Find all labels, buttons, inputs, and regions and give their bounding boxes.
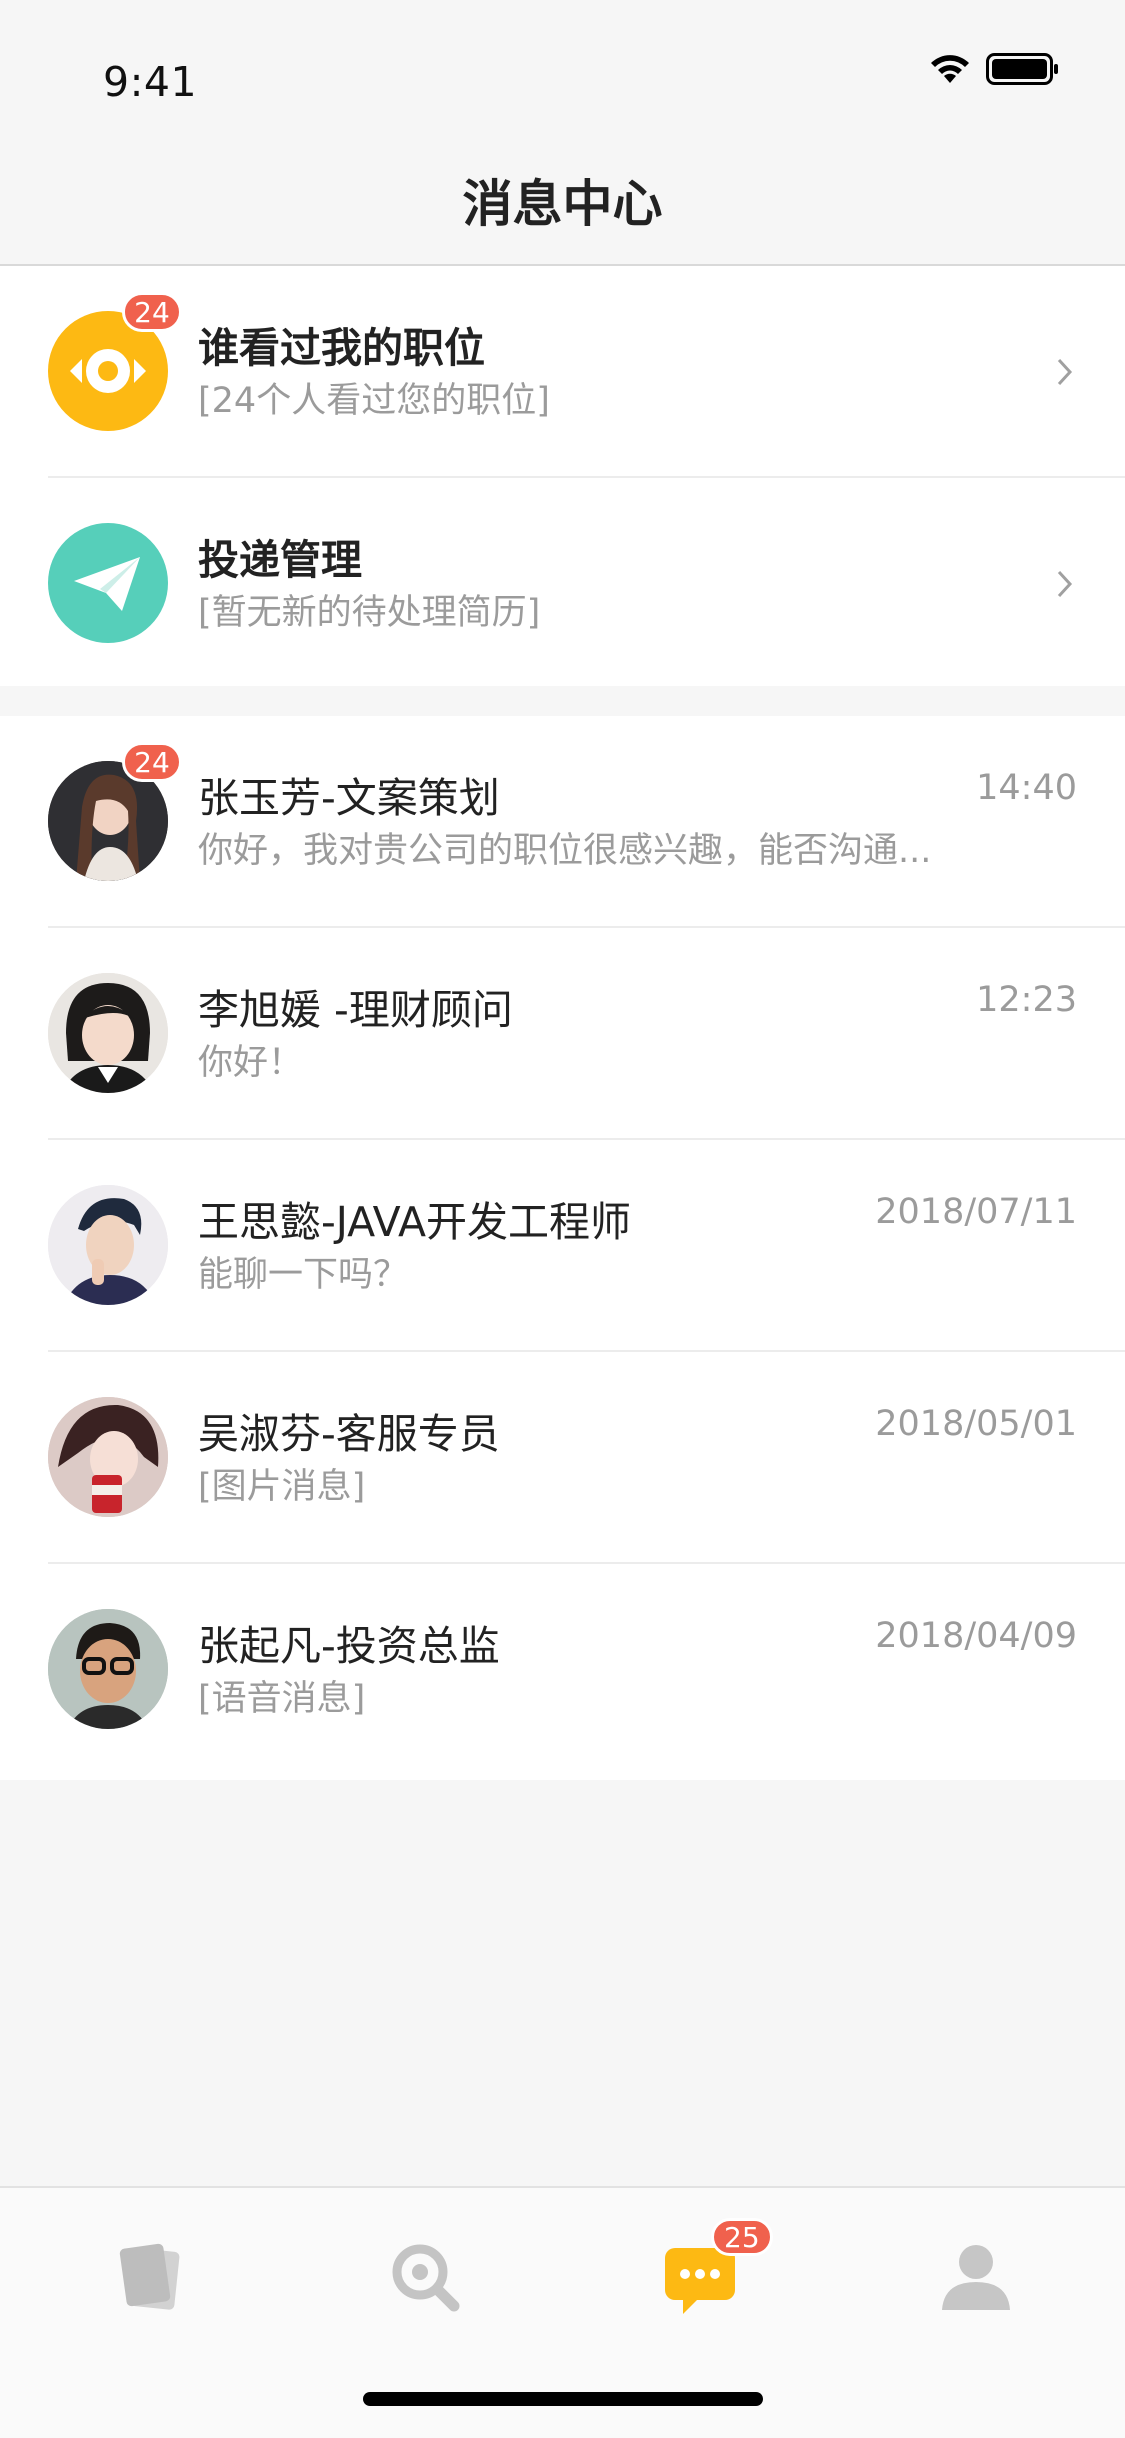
tab-profile[interactable] — [936, 2238, 1016, 2318]
list-item-delivery-management[interactable]: 投递管理 [暂无新的待处理简历] — [0, 478, 1125, 690]
message-time: 14:40 — [976, 768, 1077, 808]
nav-bar: 消息中心 — [0, 132, 1125, 266]
list-item[interactable]: 李旭媛 -理财顾问 你好！ 12:23 — [0, 928, 1125, 1140]
contact-name: 吴淑芬-客服专员 — [198, 1410, 500, 1458]
message-preview: 你好，我对贵公司的职位很感兴趣，能否沟通... — [198, 831, 932, 871]
contact-name: 李旭媛 -理财顾问 — [198, 986, 513, 1034]
search-icon — [392, 2244, 460, 2312]
message-preview: 你好！ — [198, 1043, 304, 1083]
contact-name: 张玉芳-文案策划 — [198, 774, 500, 822]
item-title: 谁看过我的职位 — [198, 324, 485, 372]
message-list: 24 张玉芳-文案策划 你好，我对贵公司的职位很感兴趣，能否沟通... 14:4… — [0, 716, 1125, 1780]
tab-messages[interactable]: 25 — [661, 2218, 773, 2318]
tab-cards[interactable] — [111, 2238, 191, 2318]
unread-badge: 24 — [122, 742, 182, 782]
unread-badge: 24 — [122, 292, 182, 332]
profile-icon — [942, 2245, 1010, 2310]
home-indicator — [363, 2392, 763, 2406]
page-title: 消息中心 — [462, 175, 663, 233]
status-bar: 9:41 — [0, 0, 1125, 132]
item-subtitle: [24个人看过您的职位] — [198, 381, 550, 421]
message-preview: [语音消息] — [198, 1679, 366, 1719]
item-subtitle: [暂无新的待处理简历] — [198, 593, 541, 633]
wifi-icon — [931, 55, 969, 83]
message-time: 2018/04/09 — [875, 1616, 1077, 1656]
chevron-right-icon — [1057, 570, 1073, 598]
avatar — [48, 973, 168, 1093]
status-time: 9:41 — [103, 58, 198, 106]
paper-plane-icon — [48, 523, 168, 643]
avatar — [48, 1609, 168, 1729]
contact-name: 王思懿-JAVA开发工程师 — [198, 1198, 632, 1246]
list-item[interactable]: 张起凡-投资总监 [语音消息] 2018/04/09 — [0, 1564, 1125, 1776]
list-item[interactable]: 24 张玉芳-文案策划 你好，我对贵公司的职位很感兴趣，能否沟通... 14:4… — [0, 716, 1125, 928]
list-item[interactable]: 王思懿-JAVA开发工程师 能聊一下吗？ 2018/07/11 — [0, 1140, 1125, 1352]
unread-badge: 25 — [711, 2218, 773, 2256]
message-time: 2018/05/01 — [875, 1404, 1077, 1444]
message-time: 2018/07/11 — [875, 1192, 1077, 1232]
system-notifications: 24 谁看过我的职位 [24个人看过您的职位] 投递管理 [暂无新的待处理简历] — [0, 266, 1125, 686]
message-time: 12:23 — [976, 980, 1077, 1020]
list-item[interactable]: 吴淑芬-客服专员 [图片消息] 2018/05/01 — [0, 1352, 1125, 1564]
cards-icon — [119, 2243, 180, 2310]
chevron-right-icon — [1057, 358, 1073, 386]
avatar — [48, 1397, 168, 1517]
item-title: 投递管理 — [198, 536, 362, 584]
tab-search[interactable] — [386, 2238, 466, 2318]
message-preview: 能聊一下吗？ — [198, 1255, 409, 1295]
contact-name: 张起凡-投资总监 — [198, 1622, 500, 1670]
message-preview: [图片消息] — [198, 1467, 366, 1507]
avatar — [48, 1185, 168, 1305]
battery-icon — [986, 53, 1058, 85]
list-item-job-views[interactable]: 24 谁看过我的职位 [24个人看过您的职位] — [0, 266, 1125, 478]
